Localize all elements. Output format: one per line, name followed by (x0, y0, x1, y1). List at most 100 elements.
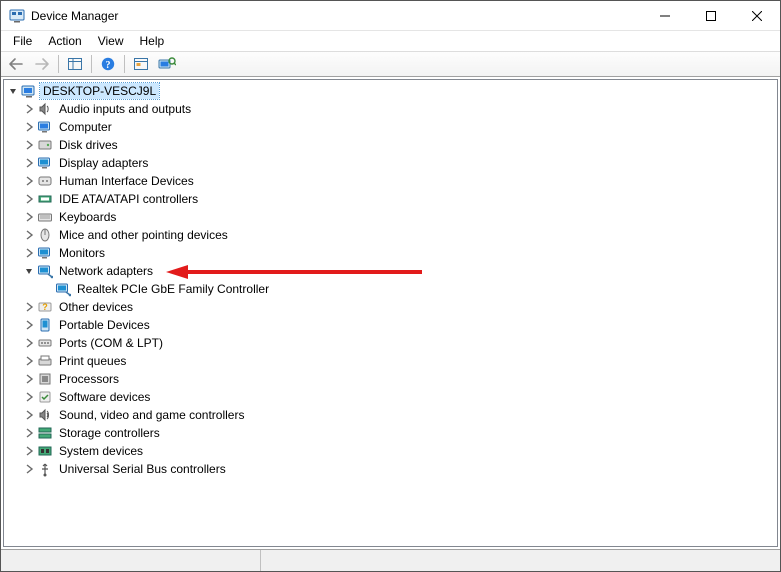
network-icon (55, 281, 71, 297)
tree-item-processors[interactable]: Processors (4, 370, 777, 388)
network-icon (37, 263, 53, 279)
tree-item-keyboards[interactable]: Keyboards (4, 208, 777, 226)
status-panel-left (1, 550, 261, 571)
tree-toggle[interactable] (22, 462, 36, 476)
keyboard-icon (37, 209, 53, 225)
tree-item-disk-drives[interactable]: Disk drives (4, 136, 777, 154)
ide-icon (37, 191, 53, 207)
tree-item-label: Display adapters (56, 155, 151, 171)
tree-toggle[interactable] (22, 426, 36, 440)
tree-root[interactable]: DESKTOP-VESCJ9L (4, 82, 777, 100)
back-button[interactable] (4, 53, 28, 75)
device-tree: DESKTOP-VESCJ9L Audio inputs and outputs… (4, 80, 777, 480)
tree-item-mice-and-other-pointing-devices[interactable]: Mice and other pointing devices (4, 226, 777, 244)
device-tree-panel[interactable]: DESKTOP-VESCJ9L Audio inputs and outputs… (3, 79, 778, 547)
tree-toggle[interactable] (22, 192, 36, 206)
tree-item-ports-com-lpt[interactable]: Ports (COM & LPT) (4, 334, 777, 352)
tree-toggle[interactable] (22, 300, 36, 314)
tree-item-label: Human Interface Devices (56, 173, 197, 189)
show-hide-tree-button[interactable] (63, 53, 87, 75)
computer-icon (21, 83, 37, 99)
menu-help[interactable]: Help (132, 32, 173, 50)
tree-item-label: Disk drives (56, 137, 121, 153)
tree-item-label: Storage controllers (56, 425, 163, 441)
tree-toggle[interactable] (22, 264, 36, 278)
menu-view[interactable]: View (90, 32, 132, 50)
tree-item-label: Other devices (56, 299, 136, 315)
tree-item-label: Universal Serial Bus controllers (56, 461, 229, 477)
svg-text:?: ? (42, 302, 48, 312)
tree-toggle[interactable] (22, 408, 36, 422)
menu-action[interactable]: Action (40, 32, 89, 50)
tree-toggle[interactable] (22, 102, 36, 116)
scan-hardware-button[interactable] (129, 53, 153, 75)
tree-item-human-interface-devices[interactable]: Human Interface Devices (4, 172, 777, 190)
software-icon (37, 389, 53, 405)
tree-toggle[interactable] (22, 246, 36, 260)
tree-toggle[interactable] (22, 336, 36, 350)
tree-item-universal-serial-bus-controllers[interactable]: Universal Serial Bus controllers (4, 460, 777, 478)
tree-item-label: System devices (56, 443, 146, 459)
tree-item-monitors[interactable]: Monitors (4, 244, 777, 262)
tree-item-label: Computer (56, 119, 115, 135)
tree-item-print-queues[interactable]: Print queues (4, 352, 777, 370)
tree-item-portable-devices[interactable]: Portable Devices (4, 316, 777, 334)
device-manager-window: Device Manager File Action View Help (0, 0, 781, 572)
cpu-icon (37, 371, 53, 387)
menu-file[interactable]: File (5, 32, 40, 50)
toolbar: ? (1, 51, 780, 77)
tree-item-storage-controllers[interactable]: Storage controllers (4, 424, 777, 442)
other-icon: ? (37, 299, 53, 315)
tree-toggle[interactable] (22, 372, 36, 386)
hid-icon (37, 173, 53, 189)
display-icon (37, 155, 53, 171)
tree-item-other-devices[interactable]: ? Other devices (4, 298, 777, 316)
tree-item-audio-inputs-and-outputs[interactable]: Audio inputs and outputs (4, 100, 777, 118)
tree-toggle[interactable] (22, 156, 36, 170)
tree-root-label: DESKTOP-VESCJ9L (40, 83, 159, 99)
toolbar-separator (91, 55, 92, 73)
tree-toggle[interactable] (22, 138, 36, 152)
computer-icon (37, 119, 53, 135)
tree-item-sound-video-and-game-controllers[interactable]: Sound, video and game controllers (4, 406, 777, 424)
tree-item-system-devices[interactable]: System devices (4, 442, 777, 460)
menubar: File Action View Help (1, 31, 780, 51)
monitor-icon (37, 245, 53, 261)
tree-item-label: Ports (COM & LPT) (56, 335, 166, 351)
tree-item-network-adapters[interactable]: Network adapters (4, 262, 777, 280)
tree-item-software-devices[interactable]: Software devices (4, 388, 777, 406)
help-button[interactable]: ? (96, 53, 120, 75)
tree-item-ide-ata-atapi-controllers[interactable]: IDE ATA/ATAPI controllers (4, 190, 777, 208)
tree-item-label: Monitors (56, 245, 108, 261)
portable-icon (37, 317, 53, 333)
toolbar-separator (124, 55, 125, 73)
tree-toggle[interactable] (22, 228, 36, 242)
svg-text:?: ? (106, 60, 111, 71)
close-button[interactable] (734, 1, 780, 30)
tree-toggle[interactable] (22, 120, 36, 134)
device-properties-button[interactable] (155, 53, 179, 75)
tree-item-label: Network adapters (56, 263, 156, 279)
tree-item-label: Keyboards (56, 209, 119, 225)
tree-toggle[interactable] (22, 390, 36, 404)
window-controls (642, 1, 780, 30)
tree-toggle[interactable] (22, 210, 36, 224)
maximize-button[interactable] (688, 1, 734, 30)
status-panel-right (261, 550, 780, 571)
minimize-button[interactable] (642, 1, 688, 30)
port-icon (37, 335, 53, 351)
tree-item-display-adapters[interactable]: Display adapters (4, 154, 777, 172)
window-title: Device Manager (31, 8, 642, 23)
forward-button[interactable] (30, 53, 54, 75)
tree-item-realtek-pcie-gbe-family-controller[interactable]: Realtek PCIe GbE Family Controller (4, 280, 777, 298)
tree-toggle[interactable] (22, 318, 36, 332)
tree-item-label: Portable Devices (56, 317, 153, 333)
tree-toggle[interactable] (6, 84, 20, 98)
tree-item-computer[interactable]: Computer (4, 118, 777, 136)
tree-item-label: Software devices (56, 389, 153, 405)
tree-toggle[interactable] (22, 174, 36, 188)
tree-toggle[interactable] (22, 444, 36, 458)
disk-icon (37, 137, 53, 153)
tree-toggle[interactable] (22, 354, 36, 368)
tree-item-label: Audio inputs and outputs (56, 101, 194, 117)
